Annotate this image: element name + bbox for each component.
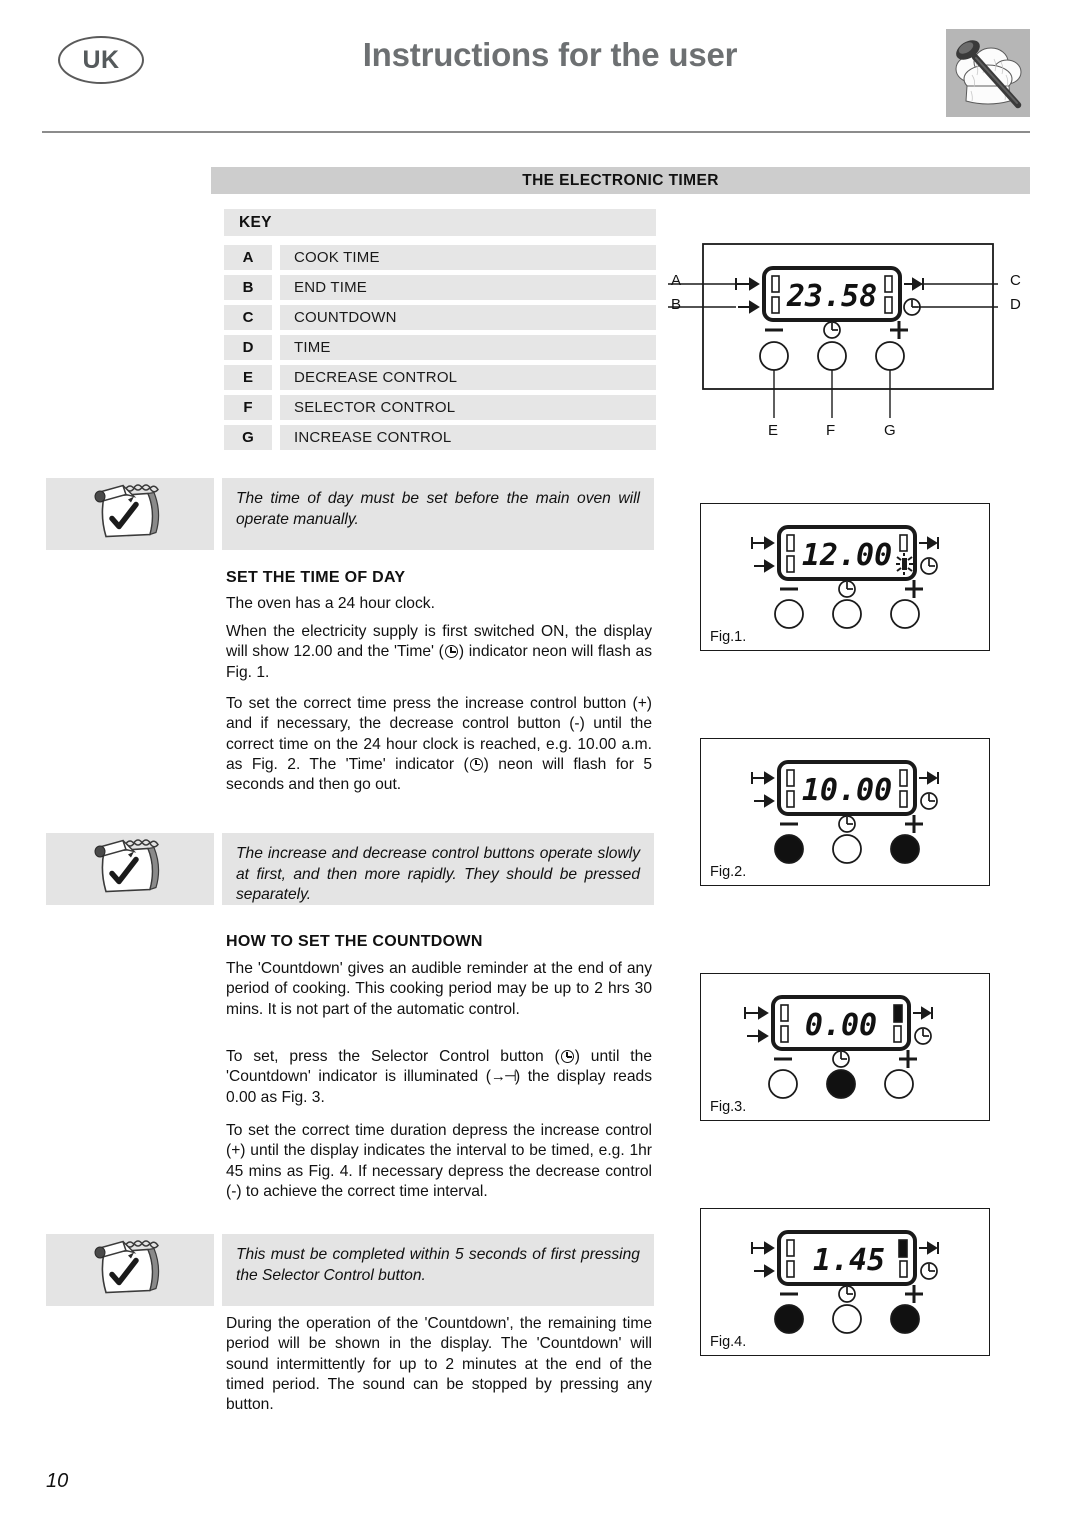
- paragraph-text-a: To set, press the Selector Control butto…: [226, 1048, 560, 1065]
- increase-control-button: [890, 599, 920, 629]
- page-header: UK Instructions for the user: [0, 0, 1080, 135]
- figure-label: Fig.4.: [710, 1334, 747, 1350]
- key-letter: G: [224, 425, 272, 450]
- note-text: The increase and decrease control button…: [222, 833, 654, 905]
- footer-divider: [42, 1455, 1030, 1457]
- callout-f: F: [826, 422, 836, 439]
- paragraph-set-correct-time: To set the correct time press the increa…: [226, 694, 652, 795]
- note-block-3: This must be completed within 5 seconds …: [46, 1234, 656, 1306]
- heading-how-to-set-countdown: HOW TO SET THE COUNTDOWN: [226, 933, 483, 950]
- table-row: D TIME: [224, 335, 656, 365]
- note-text: This must be completed within 5 seconds …: [222, 1234, 654, 1306]
- paragraph-countdown-intro: The 'Countdown' gives an audible reminde…: [226, 960, 652, 1018]
- key-label: COOK TIME: [280, 245, 656, 270]
- clock-icon: [444, 645, 458, 659]
- note-block-1: The time of day must be set before the m…: [46, 478, 656, 550]
- paragraph-countdown-operation: During the operation of the 'Countdown',…: [226, 1315, 652, 1414]
- page-title: Instructions for the user: [362, 36, 738, 73]
- lcd-value-fig2: 10.00: [802, 773, 892, 808]
- decrease-control-button-pressed: [774, 834, 804, 864]
- key-label: COUNTDOWN: [280, 305, 656, 330]
- paragraph-24-hour-clock: The oven has a 24 hour clock.: [226, 595, 435, 612]
- figure-label: Fig.1.: [710, 629, 747, 645]
- key-letter: F: [224, 395, 272, 420]
- notepad-check-icon: [90, 838, 172, 901]
- callout-b: B: [671, 296, 682, 313]
- clock-icon: [560, 1050, 574, 1063]
- table-row: A COOK TIME: [224, 245, 656, 275]
- manual-page: UK Instructions for the user THE ELECTRO…: [0, 0, 1080, 1528]
- decrease-control-button: [768, 1069, 798, 1099]
- key-label: TIME: [280, 335, 656, 360]
- selector-control-button-pressed: [826, 1069, 856, 1099]
- lcd-value-fig3: 0.00: [805, 1008, 877, 1043]
- note-block-2: The increase and decrease control button…: [46, 833, 656, 905]
- key-table-heading: KEY: [224, 209, 656, 236]
- note-icon-cell: [46, 1234, 214, 1306]
- countdown-arrow-icon: →⊣: [490, 1068, 517, 1086]
- decrease-control-button: [774, 599, 804, 629]
- callout-c: C: [1010, 272, 1021, 289]
- callout-d: D: [1010, 296, 1021, 313]
- note-text: The time of day must be set before the m…: [222, 478, 654, 550]
- header-divider: [42, 131, 1030, 133]
- table-row: G INCREASE CONTROL: [224, 425, 656, 455]
- lcd-value-fig1: 12.00: [802, 538, 892, 573]
- paragraph-countdown-set: To set, press the Selector Control butto…: [226, 1047, 652, 1108]
- key-letter: B: [224, 275, 272, 300]
- table-row: E DECREASE CONTROL: [224, 365, 656, 395]
- figure-label: Fig.2.: [710, 864, 747, 880]
- table-row: C COUNTDOWN: [224, 305, 656, 335]
- paragraph-countdown-duration: To set the correct time duration depress…: [226, 1122, 652, 1200]
- countdown-indicator-on: [893, 1004, 903, 1023]
- key-label: END TIME: [280, 275, 656, 300]
- heading-set-time-of-day: SET THE TIME OF DAY: [226, 569, 406, 586]
- increase-control-button: [884, 1069, 914, 1099]
- selector-control-button: [832, 599, 862, 629]
- figure-3: 0.00 Fig.3.: [700, 973, 990, 1121]
- callout-e: E: [768, 422, 779, 439]
- note-icon-cell: [46, 833, 214, 905]
- note-icon-cell: [46, 478, 214, 550]
- figure-4: 1.45 Fig.4.: [700, 1208, 990, 1356]
- figure-1: 12.00 Fig.1.: [700, 503, 990, 651]
- page-number: 10: [46, 1470, 69, 1492]
- figure-label: Fig.3.: [710, 1099, 747, 1115]
- table-row: F SELECTOR CONTROL: [224, 395, 656, 425]
- key-letter: D: [224, 335, 272, 360]
- key-letter: E: [224, 365, 272, 390]
- key-label: INCREASE CONTROL: [280, 425, 656, 450]
- decrease-control-button-pressed: [774, 1304, 804, 1334]
- notepad-check-icon: [90, 483, 172, 546]
- table-row: B END TIME: [224, 275, 656, 305]
- locale-badge: UK: [58, 36, 144, 84]
- key-table: A COOK TIME B END TIME C COUNTDOWN D TIM…: [224, 245, 656, 455]
- increase-control-button-pressed: [890, 1304, 920, 1334]
- key-letter: A: [224, 245, 272, 270]
- key-letter: C: [224, 305, 272, 330]
- selector-control-button: [832, 834, 862, 864]
- increase-control-button-pressed: [890, 834, 920, 864]
- paragraph-first-switch-on: When the electricity supply is first swi…: [226, 622, 652, 683]
- lcd-value-fig4: 1.45: [813, 1243, 885, 1278]
- notepad-check-icon: [90, 1239, 172, 1302]
- key-label: SELECTOR CONTROL: [280, 395, 656, 420]
- section-title-bar: THE ELECTRONIC TIMER: [211, 167, 1030, 194]
- selector-control-button: [832, 1304, 862, 1334]
- chef-hat-spoon-icon: [946, 29, 1030, 117]
- clock-icon: [469, 757, 483, 771]
- key-label: DECREASE CONTROL: [280, 365, 656, 390]
- callout-a: A: [671, 272, 682, 289]
- figure-2: 10.00 Fig.2.: [700, 738, 990, 886]
- lcd-value-main: 23.58: [786, 279, 877, 314]
- callout-g: G: [884, 422, 896, 439]
- countdown-indicator-on: [898, 1239, 908, 1258]
